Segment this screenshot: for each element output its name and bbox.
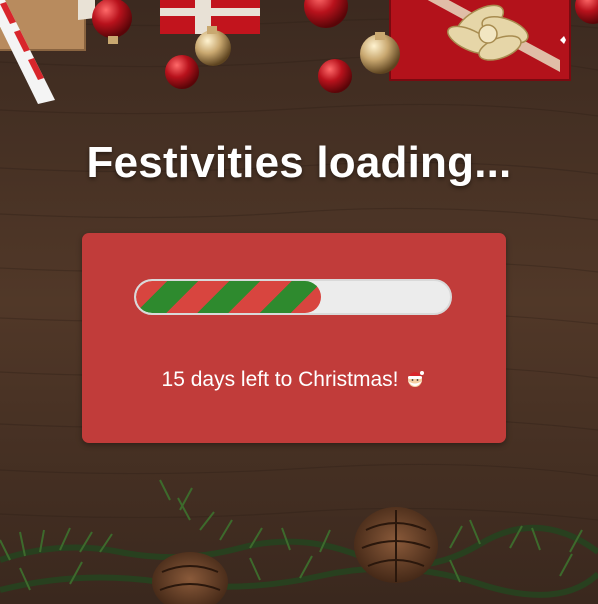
countdown-text: 15 days left to Christmas! <box>161 368 399 391</box>
santa-face-icon <box>404 367 426 395</box>
page-title: Festivities loading... <box>86 138 512 187</box>
loading-card: 15 days left to Christmas! <box>82 233 506 443</box>
progress-bar <box>134 279 452 315</box>
progress-fill <box>136 281 322 313</box>
gift-box-right <box>389 0 571 81</box>
countdown-status: 15 days left to Christmas! <box>82 367 506 395</box>
